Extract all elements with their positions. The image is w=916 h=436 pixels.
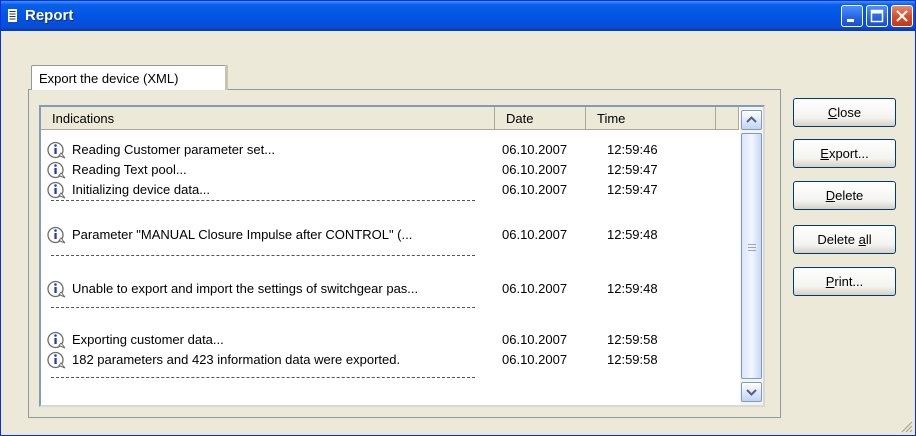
minimize-button[interactable]: [841, 5, 863, 27]
indication-text: Initializing device data...: [72, 182, 211, 197]
thumb-grip-line: [748, 250, 756, 251]
indication-text: Parameter "MANUAL Closure Impulse after …: [72, 227, 413, 242]
chevron-down-icon: [746, 389, 757, 396]
row-separator: [51, 255, 475, 256]
tab-label: Export the device (XML): [39, 71, 179, 86]
title-bar[interactable]: Report: [1, 1, 915, 31]
thumb-grip-line: [748, 247, 756, 248]
indication-time: 12:59:47: [607, 182, 658, 197]
indication-time: 12:59:48: [607, 281, 658, 296]
list-item[interactable]: Parameter "MANUAL Closure Impulse after …: [41, 225, 741, 245]
window-title: Report: [25, 7, 74, 24]
indication-date: 06.10.2007: [502, 162, 568, 177]
column-header-indications[interactable]: Indications: [41, 107, 495, 130]
print-button[interactable]: Print...: [793, 267, 896, 296]
tab-edge: [225, 65, 228, 90]
delete-button[interactable]: Delete: [793, 181, 896, 210]
indications-list[interactable]: Indications Date Time Reading Customer p…: [39, 105, 765, 407]
indication-time: 12:59:58: [607, 332, 658, 347]
thumb-grip-line: [748, 244, 756, 245]
close-window-button[interactable]: [891, 5, 913, 27]
indication-date: 06.10.2007: [502, 281, 568, 296]
list-item[interactable]: 182 parameters and 423 information data …: [41, 350, 741, 370]
maximize-button[interactable]: [866, 5, 888, 27]
row-separator: [51, 200, 475, 201]
chevron-up-icon: [746, 116, 757, 123]
info-icon: [47, 161, 66, 179]
indication-time: 12:59:46: [607, 142, 658, 157]
indication-date: 06.10.2007: [502, 142, 568, 157]
scroll-thumb[interactable]: [741, 133, 762, 379]
indication-date: 06.10.2007: [502, 332, 568, 347]
vertical-scrollbar[interactable]: [740, 107, 763, 405]
indication-text: Reading Customer parameter set...: [72, 142, 276, 157]
info-icon: [47, 351, 66, 369]
list-item[interactable]: Unable to export and import the settings…: [41, 279, 741, 299]
scroll-down-button[interactable]: [741, 382, 762, 402]
row-separator: [51, 307, 475, 308]
info-icon: [47, 331, 66, 349]
tab-export-device[interactable]: Export the device (XML): [31, 65, 227, 90]
indication-time: 12:59:58: [607, 352, 658, 367]
close-icon: [896, 10, 908, 22]
indication-text: Exporting customer data...: [72, 332, 224, 347]
delete-all-button[interactable]: Delete all: [793, 225, 896, 254]
report-window: Report Export the device (XML) Indicatio…: [0, 0, 916, 436]
list-item[interactable]: Reading Text pool... 06.10.2007 12:59:47: [41, 160, 741, 180]
column-header-filler: [716, 107, 739, 130]
minimize-icon: [847, 19, 854, 22]
report-icon: [8, 9, 17, 22]
info-icon: [47, 280, 66, 298]
indication-text: Reading Text pool...: [72, 162, 187, 177]
indication-text: Unable to export and import the settings…: [72, 281, 419, 296]
scroll-up-button[interactable]: [741, 110, 762, 130]
info-icon: [47, 141, 66, 159]
row-separator: [51, 377, 475, 378]
indication-date: 06.10.2007: [502, 227, 568, 242]
indication-time: 12:59:47: [607, 162, 658, 177]
column-header-date[interactable]: Date: [495, 107, 586, 130]
list-item[interactable]: Initializing device data... 06.10.2007 12:…: [41, 180, 741, 200]
column-header-time[interactable]: Time: [586, 107, 716, 130]
indication-date: 06.10.2007: [502, 182, 568, 197]
maximize-icon: [870, 9, 884, 23]
list-item[interactable]: Reading Customer parameter set... 06.10.2…: [41, 140, 741, 160]
indication-text: 182 parameters and 423 information data …: [72, 352, 401, 367]
list-item[interactable]: Exporting customer data... 06.10.2007 12:5…: [41, 330, 741, 350]
close-button[interactable]: Close: [793, 98, 896, 127]
info-icon: [47, 226, 66, 244]
info-icon: [47, 181, 66, 199]
resize-grip-icon[interactable]: [899, 419, 913, 433]
export-button[interactable]: Export...: [793, 139, 896, 168]
indication-time: 12:59:48: [607, 227, 658, 242]
indication-date: 06.10.2007: [502, 352, 568, 367]
